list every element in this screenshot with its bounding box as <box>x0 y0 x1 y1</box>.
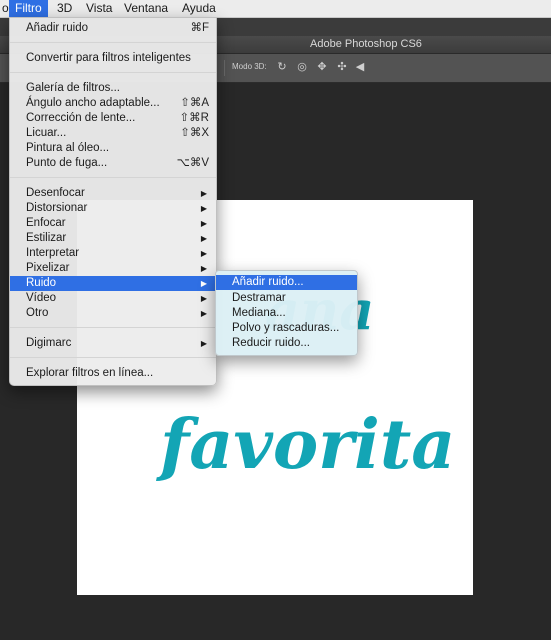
submenu-item-reducir-ruido[interactable]: Reducir ruido... <box>216 336 357 351</box>
menu-item-distorsionar[interactable]: Distorsionar ▶ <box>10 201 216 216</box>
submenu-item-mediana[interactable]: Mediana... <box>216 306 357 321</box>
submenu-arrow-icon: ▶ <box>200 204 207 213</box>
submenu-item-polvo-rascaduras[interactable]: Polvo y rascaduras... <box>216 321 357 336</box>
roll-3d-icon[interactable]: ◎ <box>296 61 308 73</box>
menu-item-explorar-filtros[interactable]: Explorar filtros en línea... <box>10 366 216 381</box>
noise-submenu: Añadir ruido... Destramar Mediana... Pol… <box>215 270 358 356</box>
menu-divider <box>10 357 216 358</box>
menu-item-angulo-ancho[interactable]: Ángulo ancho adaptable... ⇧⌘A <box>10 96 216 111</box>
menu-3d[interactable]: 3D <box>51 0 78 17</box>
menu-filtro[interactable]: Filtro <box>9 0 48 17</box>
menu-item-desenfocar[interactable]: Desenfocar ▶ <box>10 186 216 201</box>
submenu-arrow-icon: ▶ <box>200 219 207 228</box>
menu-item-pintura-oleo[interactable]: Pintura al óleo... <box>10 141 216 156</box>
menu-item-punto-fuga[interactable]: Punto de fuga... ⌥⌘V <box>10 156 216 171</box>
menu-item-ruido[interactable]: Ruido ▶ <box>10 276 216 291</box>
toolbar-separator <box>224 60 225 76</box>
submenu-item-destramar[interactable]: Destramar <box>216 291 357 306</box>
menu-item-otro[interactable]: Otro ▶ <box>10 306 216 321</box>
submenu-arrow-icon: ▶ <box>200 309 207 318</box>
canvas-text-line2: favorita <box>160 405 456 485</box>
menu-item-estilizar[interactable]: Estilizar ▶ <box>10 231 216 246</box>
menu-ayuda[interactable]: Ayuda <box>176 0 222 17</box>
menu-item-video[interactable]: Vídeo ▶ <box>10 291 216 306</box>
menu-item-convertir-filtros[interactable]: Convertir para filtros inteligentes <box>10 51 216 66</box>
drag-3d-icon[interactable]: ✥ <box>316 61 328 73</box>
filter-menu: Añadir ruido ⌘F Convertir para filtros i… <box>9 17 217 386</box>
submenu-arrow-icon: ▶ <box>200 249 207 258</box>
submenu-arrow-icon: ▶ <box>200 279 207 288</box>
menu-item-enfocar[interactable]: Enfocar ▶ <box>10 216 216 231</box>
menu-ventana[interactable]: Ventana <box>118 0 174 17</box>
submenu-arrow-icon: ▶ <box>200 339 207 348</box>
menu-divider <box>10 42 216 43</box>
menu-item-digimarc[interactable]: Digimarc ▶ <box>10 336 216 351</box>
menu-item-licuar[interactable]: Licuar... ⇧⌘X <box>10 126 216 141</box>
submenu-item-anadir-ruido[interactable]: Añadir ruido... <box>216 275 357 290</box>
menu-divider <box>10 177 216 178</box>
mode-3d-label: Modo 3D: <box>232 62 267 71</box>
menu-item-interpretar[interactable]: Interpretar ▶ <box>10 246 216 261</box>
submenu-arrow-icon: ▶ <box>200 234 207 243</box>
submenu-arrow-icon: ▶ <box>200 264 207 273</box>
submenu-arrow-icon: ▶ <box>200 189 207 198</box>
menu-item-galeria-filtros[interactable]: Galería de filtros... <box>10 81 216 96</box>
camera-3d-icon[interactable]: ◀ <box>354 61 366 73</box>
menu-divider <box>10 72 216 73</box>
menu-item-pixelizar[interactable]: Pixelizar ▶ <box>10 261 216 276</box>
slide-3d-icon[interactable]: ✣ <box>336 61 348 73</box>
menu-item-anadir-ruido[interactable]: Añadir ruido ⌘F <box>10 21 216 36</box>
menu-vista[interactable]: Vista <box>80 0 118 17</box>
window-title: Adobe Photoshop CS6 <box>310 38 422 50</box>
rotate-3d-icon[interactable]: ↻ <box>276 61 288 73</box>
submenu-arrow-icon: ▶ <box>200 294 207 303</box>
menu-item-correccion-lente[interactable]: Corrección de lente... ⇧⌘R <box>10 111 216 126</box>
menu-divider <box>10 327 216 328</box>
menu-bar: o Filtro 3D Vista Ventana Ayuda <box>0 0 551 18</box>
